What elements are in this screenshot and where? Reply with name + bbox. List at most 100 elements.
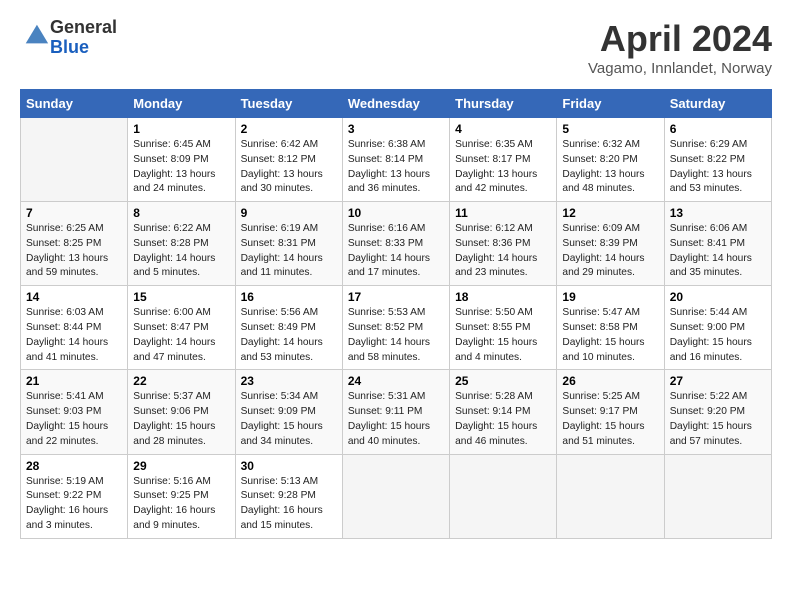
week-row-3: 14 Sunrise: 6:03 AM Sunset: 8:44 PM Dayli…: [21, 286, 772, 370]
weekday-header-monday: Monday: [128, 90, 235, 118]
day-info: Sunrise: 6:19 AM Sunset: 8:31 PM Dayligh…: [241, 222, 337, 281]
weekday-header-wednesday: Wednesday: [342, 90, 449, 118]
day-cell: [21, 118, 128, 202]
day-info: Sunrise: 5:34 AM Sunset: 9:09 PM Dayligh…: [241, 390, 337, 449]
day-cell: 21 Sunrise: 5:41 AM Sunset: 9:03 PM Dayli…: [21, 370, 128, 454]
day-cell: [557, 454, 664, 538]
day-info: Sunrise: 5:31 AM Sunset: 9:11 PM Dayligh…: [348, 390, 444, 449]
day-cell: 8 Sunrise: 6:22 AM Sunset: 8:28 PM Daylig…: [128, 202, 235, 286]
location: Vagamo, Innlandet, Norway: [588, 60, 772, 77]
day-number: 26: [562, 374, 658, 388]
day-cell: 20 Sunrise: 5:44 AM Sunset: 9:00 PM Dayli…: [664, 286, 771, 370]
day-number: 17: [348, 290, 444, 304]
week-row-4: 21 Sunrise: 5:41 AM Sunset: 9:03 PM Dayli…: [21, 370, 772, 454]
day-cell: 9Sunrise: 6:19 AM Sunset: 8:31 PM Daylig…: [235, 202, 342, 286]
day-cell: 24 Sunrise: 5:31 AM Sunset: 9:11 PM Dayli…: [342, 370, 449, 454]
day-cell: 10Sunrise: 6:16 AM Sunset: 8:33 PM Dayli…: [342, 202, 449, 286]
day-info: Sunrise: 5:25 AM Sunset: 9:17 PM Dayligh…: [562, 390, 658, 449]
day-info: Sunrise: 5:22 AM Sunset: 9:20 PM Dayligh…: [670, 390, 766, 449]
day-cell: 29 Sunrise: 5:16 AM Sunset: 9:25 PM Dayli…: [128, 454, 235, 538]
day-info: Sunrise: 6:22 AM Sunset: 8:28 PM Dayligh…: [133, 222, 229, 281]
header: General Blue April 2024 Vagamo, Innlande…: [20, 18, 772, 77]
day-cell: 7 Sunrise: 6:25 AM Sunset: 8:25 PM Daylig…: [21, 202, 128, 286]
day-number: 23: [241, 374, 337, 388]
day-number: 19: [562, 290, 658, 304]
day-info: Sunrise: 6:09 AM Sunset: 8:39 PM Dayligh…: [562, 222, 658, 281]
day-number: 28: [26, 459, 122, 473]
day-number: 6: [670, 122, 766, 136]
day-info: Sunrise: 5:56 AM Sunset: 8:49 PM Dayligh…: [241, 306, 337, 365]
day-cell: 5Sunrise: 6:32 AM Sunset: 8:20 PM Daylig…: [557, 118, 664, 202]
day-info: Sunrise: 6:45 AM Sunset: 8:09 PM Dayligh…: [133, 138, 229, 197]
logo-text: General Blue: [50, 18, 117, 58]
day-number: 7: [26, 206, 122, 220]
day-number: 3: [348, 122, 444, 136]
day-number: 24: [348, 374, 444, 388]
day-number: 30: [241, 459, 337, 473]
day-cell: 12 Sunrise: 6:09 AM Sunset: 8:39 PM Dayli…: [557, 202, 664, 286]
day-number: 15: [133, 290, 229, 304]
day-info: Sunrise: 5:37 AM Sunset: 9:06 PM Dayligh…: [133, 390, 229, 449]
day-number: 20: [670, 290, 766, 304]
page: General Blue April 2024 Vagamo, Innlande…: [0, 0, 792, 549]
day-info: Sunrise: 6:03 AM Sunset: 8:44 PM Dayligh…: [26, 306, 122, 365]
day-cell: 30 Sunrise: 5:13 AM Sunset: 9:28 PM Dayli…: [235, 454, 342, 538]
day-number: 21: [26, 374, 122, 388]
day-info: Sunrise: 5:19 AM Sunset: 9:22 PM Dayligh…: [26, 475, 122, 534]
day-number: 1: [133, 122, 229, 136]
day-cell: 28 Sunrise: 5:19 AM Sunset: 9:22 PM Dayli…: [21, 454, 128, 538]
weekday-header-saturday: Saturday: [664, 90, 771, 118]
day-number: 12: [562, 206, 658, 220]
day-info: Sunrise: 5:16 AM Sunset: 9:25 PM Dayligh…: [133, 475, 229, 534]
day-number: 2: [241, 122, 337, 136]
day-cell: 23 Sunrise: 5:34 AM Sunset: 9:09 PM Dayli…: [235, 370, 342, 454]
day-cell: 19Sunrise: 5:47 AM Sunset: 8:58 PM Dayli…: [557, 286, 664, 370]
logo: General Blue: [20, 18, 117, 58]
day-number: 11: [455, 206, 551, 220]
month-title: April 2024: [588, 18, 772, 60]
title-block: April 2024 Vagamo, Innlandet, Norway: [588, 18, 772, 77]
day-info: Sunrise: 6:00 AM Sunset: 8:47 PM Dayligh…: [133, 306, 229, 365]
day-cell: 27Sunrise: 5:22 AM Sunset: 9:20 PM Dayli…: [664, 370, 771, 454]
day-number: 18: [455, 290, 551, 304]
day-number: 16: [241, 290, 337, 304]
weekday-header-friday: Friday: [557, 90, 664, 118]
day-number: 22: [133, 374, 229, 388]
day-number: 8: [133, 206, 229, 220]
weekday-header-row: SundayMondayTuesdayWednesdayThursdayFrid…: [21, 90, 772, 118]
day-info: Sunrise: 6:25 AM Sunset: 8:25 PM Dayligh…: [26, 222, 122, 281]
day-cell: 26 Sunrise: 5:25 AM Sunset: 9:17 PM Dayli…: [557, 370, 664, 454]
day-cell: 3Sunrise: 6:38 AM Sunset: 8:14 PM Daylig…: [342, 118, 449, 202]
day-cell: 13Sunrise: 6:06 AM Sunset: 8:41 PM Dayli…: [664, 202, 771, 286]
day-info: Sunrise: 5:53 AM Sunset: 8:52 PM Dayligh…: [348, 306, 444, 365]
day-cell: 2 Sunrise: 6:42 AM Sunset: 8:12 PM Daylig…: [235, 118, 342, 202]
day-cell: 22 Sunrise: 5:37 AM Sunset: 9:06 PM Dayli…: [128, 370, 235, 454]
day-number: 29: [133, 459, 229, 473]
logo-general: General: [50, 18, 117, 38]
day-info: Sunrise: 5:44 AM Sunset: 9:00 PM Dayligh…: [670, 306, 766, 365]
day-info: Sunrise: 6:42 AM Sunset: 8:12 PM Dayligh…: [241, 138, 337, 197]
logo-blue: Blue: [50, 38, 117, 58]
day-cell: [342, 454, 449, 538]
day-cell: 18 Sunrise: 5:50 AM Sunset: 8:55 PM Dayli…: [450, 286, 557, 370]
day-number: 14: [26, 290, 122, 304]
weekday-header-sunday: Sunday: [21, 90, 128, 118]
calendar-table: SundayMondayTuesdayWednesdayThursdayFrid…: [20, 89, 772, 539]
day-cell: 17 Sunrise: 5:53 AM Sunset: 8:52 PM Dayli…: [342, 286, 449, 370]
day-info: Sunrise: 6:06 AM Sunset: 8:41 PM Dayligh…: [670, 222, 766, 281]
day-info: Sunrise: 6:35 AM Sunset: 8:17 PM Dayligh…: [455, 138, 551, 197]
day-info: Sunrise: 5:13 AM Sunset: 9:28 PM Dayligh…: [241, 475, 337, 534]
day-cell: 15 Sunrise: 6:00 AM Sunset: 8:47 PM Dayli…: [128, 286, 235, 370]
day-number: 4: [455, 122, 551, 136]
week-row-5: 28 Sunrise: 5:19 AM Sunset: 9:22 PM Dayli…: [21, 454, 772, 538]
day-info: Sunrise: 6:29 AM Sunset: 8:22 PM Dayligh…: [670, 138, 766, 197]
day-info: Sunrise: 6:32 AM Sunset: 8:20 PM Dayligh…: [562, 138, 658, 197]
day-info: Sunrise: 6:12 AM Sunset: 8:36 PM Dayligh…: [455, 222, 551, 281]
day-info: Sunrise: 5:50 AM Sunset: 8:55 PM Dayligh…: [455, 306, 551, 365]
day-cell: 11 Sunrise: 6:12 AM Sunset: 8:36 PM Dayli…: [450, 202, 557, 286]
day-cell: [450, 454, 557, 538]
day-number: 25: [455, 374, 551, 388]
day-cell: 16 Sunrise: 5:56 AM Sunset: 8:49 PM Dayli…: [235, 286, 342, 370]
logo-icon: [22, 21, 50, 49]
day-info: Sunrise: 5:41 AM Sunset: 9:03 PM Dayligh…: [26, 390, 122, 449]
